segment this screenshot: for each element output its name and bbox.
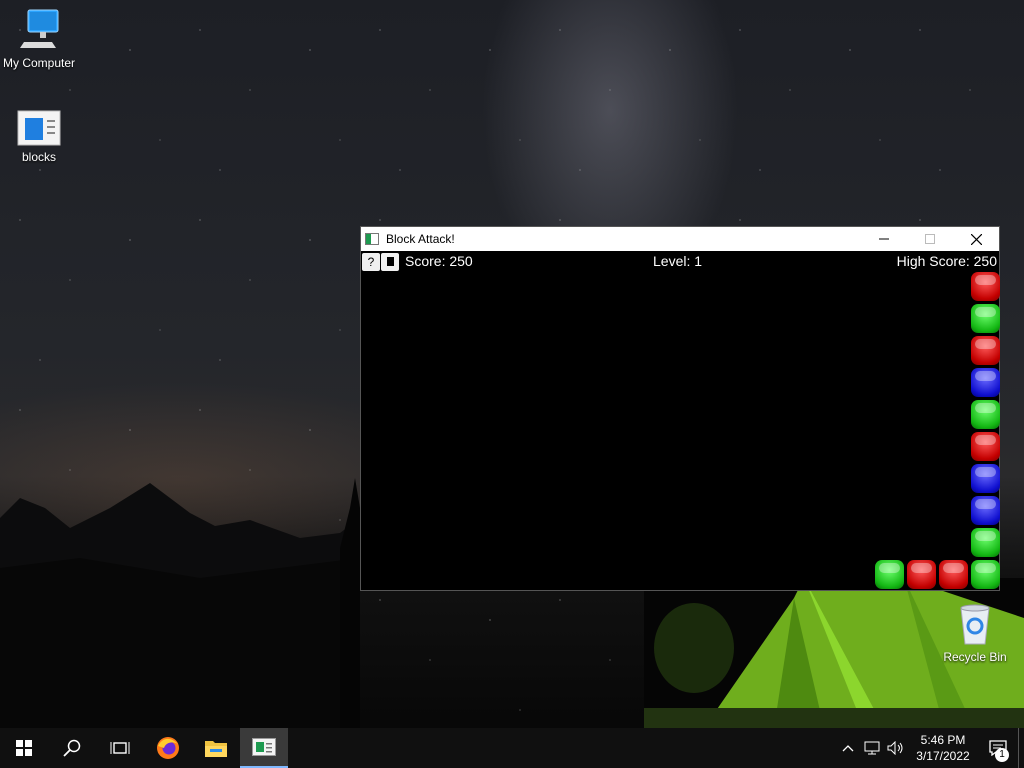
game-board[interactable]: ? Score: 250 Level: 1 High Score: 250 [361,251,1000,590]
desktop-icon-recycle-bin[interactable]: Recycle Bin [936,602,1014,664]
window-title: Block Attack! [386,232,455,246]
folder-icon [205,741,227,757]
high-score-display: High Score: 250 [896,253,997,269]
desktop-icon-label: Recycle Bin [943,650,1007,664]
task-view-icon [110,742,130,754]
taskbar: 5:46 PM 3/17/2022 1 [0,728,1024,768]
blocks-app-icon [17,110,61,146]
network-icon [864,741,880,755]
close-button[interactable] [953,227,999,251]
volume-button[interactable] [884,728,908,768]
block-green[interactable] [971,560,1000,589]
desktop-icon-label: blocks [21,150,56,164]
block-red[interactable] [971,272,1000,301]
search-button[interactable] [48,728,96,768]
chevron-up-icon [842,745,854,752]
desktop-icon-blocks[interactable]: blocks [0,110,78,164]
start-button[interactable] [0,728,48,768]
block-red[interactable] [971,336,1000,365]
minimize-button[interactable] [861,227,907,251]
recycle-bin-icon [960,604,990,645]
level-display: Level: 1 [653,253,703,269]
network-button[interactable] [860,728,884,768]
block-attack-window: Block Attack! ? Score: 250 Level: 1 High… [360,226,1000,591]
block-green[interactable] [971,304,1000,333]
minimize-icon [879,238,889,240]
desktop-icon-my-computer[interactable]: My Computer [0,8,78,70]
window-titlebar[interactable]: Block Attack! [361,227,999,251]
close-icon [970,233,982,245]
notification-count-badge: 1 [995,748,1009,762]
maximize-icon [925,234,935,244]
clock-time: 5:46 PM [920,733,966,747]
show-desktop-button[interactable] [1018,728,1024,768]
stop-icon [386,257,394,266]
block-green[interactable] [875,560,904,589]
firefox-icon [157,737,179,759]
window-controls [861,227,999,251]
score-display: Score: 250 [405,253,473,269]
blocks-app-icon [365,233,379,245]
file-explorer-button[interactable] [192,728,240,768]
block-green[interactable] [971,400,1000,429]
block-blue[interactable] [971,368,1000,397]
clock-date: 3/17/2022 [916,749,970,763]
taskbar-clock[interactable]: 5:46 PM 3/17/2022 [908,732,978,764]
block-red[interactable] [971,432,1000,461]
system-tray: 5:46 PM 3/17/2022 1 [836,728,1024,768]
computer-icon [20,9,59,48]
help-button[interactable]: ? [362,253,380,271]
stop-button[interactable] [381,253,399,271]
task-view-button[interactable] [96,728,144,768]
block-green[interactable] [971,528,1000,557]
action-center-button[interactable]: 1 [978,728,1018,768]
blocks-app-icon [252,738,276,756]
desktop-icon-label: My Computer [2,56,76,70]
block-red[interactable] [939,560,968,589]
block-attack-taskbar-button[interactable] [240,728,288,768]
block-blue[interactable] [971,496,1000,525]
maximize-button[interactable] [907,227,953,251]
windows-icon [16,740,32,756]
show-hidden-icons-button[interactable] [836,728,860,768]
firefox-button[interactable] [144,728,192,768]
block-red[interactable] [907,560,936,589]
search-icon [63,739,81,757]
volume-icon [887,741,903,755]
block-blue[interactable] [971,464,1000,493]
